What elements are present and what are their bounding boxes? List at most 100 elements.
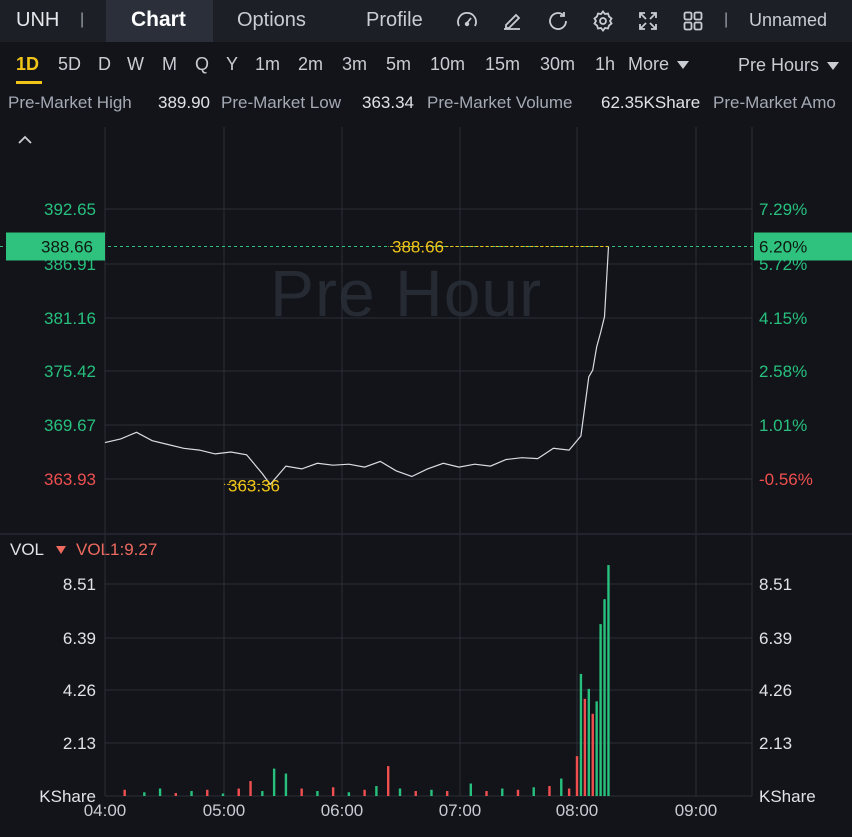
tab-profile[interactable]: Profile bbox=[366, 9, 423, 32]
percent-tick-label: 1.01% bbox=[759, 416, 807, 435]
period-5d[interactable]: 5D bbox=[58, 54, 81, 75]
period-d[interactable]: D bbox=[98, 54, 111, 75]
period-5m[interactable]: 5m bbox=[386, 54, 411, 75]
period-15m[interactable]: 15m bbox=[485, 54, 520, 75]
premarket-low-label: Pre-Market Low bbox=[221, 93, 341, 112]
volume-bar bbox=[375, 786, 378, 796]
volume-bar bbox=[469, 783, 472, 796]
volume-tick-right: 8.51 bbox=[759, 575, 792, 594]
volume-bar bbox=[575, 756, 579, 796]
volume-chart[interactable]: 8.51 8.516.39 6.394.26 4.262.13 2.13KShare KS… bbox=[0, 535, 852, 837]
price-tick-label: 381.16 bbox=[44, 309, 96, 328]
volume-bar bbox=[516, 789, 520, 796]
time-tick-label: 09:00 bbox=[675, 801, 718, 820]
volume-bar bbox=[363, 789, 366, 796]
volume-tick-left: 6.39 bbox=[63, 629, 96, 648]
period-m[interactable]: M bbox=[162, 54, 177, 75]
volume-tick-right: 4.26 bbox=[759, 681, 792, 700]
gear-icon[interactable] bbox=[591, 9, 615, 33]
volume-bar bbox=[300, 788, 303, 796]
volume-unit-right: KShare bbox=[759, 787, 816, 806]
pencil-icon[interactable] bbox=[500, 9, 524, 33]
price-chart[interactable]: 392.65386.91381.16375.42369.67363.93 7.2… bbox=[0, 125, 852, 535]
volume-bar bbox=[237, 788, 240, 796]
volume-bar bbox=[595, 701, 598, 796]
volume-bar bbox=[587, 688, 590, 796]
price-line bbox=[104, 246, 610, 486]
time-tick-label: 06:00 bbox=[321, 801, 364, 820]
volume-tick-left: 8.51 bbox=[63, 575, 96, 594]
refresh-icon[interactable] bbox=[546, 9, 570, 33]
volume-bar bbox=[591, 713, 594, 796]
period-y[interactable]: Y bbox=[226, 54, 238, 75]
ticker-separator: | bbox=[80, 11, 85, 28]
volume-tick-left: 2.13 bbox=[63, 734, 96, 753]
percent-tick-label: -0.56% bbox=[759, 470, 813, 489]
period-w[interactable]: W bbox=[127, 54, 144, 75]
premarket-volume-value: 62.35KShare bbox=[601, 93, 701, 112]
volume-bar bbox=[583, 698, 587, 796]
volume-bar bbox=[190, 791, 193, 796]
volume-bar bbox=[430, 789, 433, 796]
premarket-low-value: 363.34 bbox=[362, 93, 414, 112]
volume-bar bbox=[206, 789, 209, 796]
high-marker-label: 388.66 bbox=[392, 238, 444, 257]
volume-bar bbox=[284, 773, 288, 796]
time-tick-label: 04:00 bbox=[84, 801, 127, 820]
volume-bar bbox=[548, 786, 551, 796]
volume-bar bbox=[347, 792, 351, 796]
speedometer-icon[interactable] bbox=[455, 9, 479, 33]
period-10m[interactable]: 10m bbox=[430, 54, 465, 75]
volume-bar bbox=[174, 793, 177, 796]
layout-name-dropdown[interactable]: Unnamed bbox=[749, 10, 827, 31]
period-1h[interactable]: 1h bbox=[595, 54, 615, 75]
volume-bar bbox=[446, 791, 449, 796]
price-tick-label: 369.67 bbox=[44, 416, 96, 435]
grid-icon[interactable] bbox=[681, 9, 705, 33]
price-tick-label: 375.42 bbox=[44, 362, 96, 381]
period-3m[interactable]: 3m bbox=[342, 54, 367, 75]
premarket-amount-label: Pre-Market Amo bbox=[713, 93, 836, 112]
volume-bar bbox=[261, 791, 264, 796]
volume-bar bbox=[501, 788, 504, 796]
price-tick-label: 392.65 bbox=[44, 200, 96, 219]
session-selector[interactable]: Pre Hours bbox=[738, 55, 819, 76]
time-tick-label: 07:00 bbox=[439, 801, 482, 820]
active-period-indicator bbox=[16, 81, 42, 84]
volume-bar bbox=[221, 793, 225, 796]
fullscreen-icon[interactable] bbox=[636, 9, 660, 33]
volume-grid bbox=[104, 535, 753, 797]
volume-bar bbox=[567, 788, 571, 796]
volume-bar bbox=[143, 792, 146, 796]
period-q[interactable]: Q bbox=[195, 54, 209, 75]
session-caret-icon[interactable] bbox=[827, 62, 839, 70]
period-1d[interactable]: 1D bbox=[16, 54, 39, 75]
tab-chart-label[interactable]: Chart bbox=[131, 8, 186, 32]
time-tick-label: 08:00 bbox=[556, 801, 599, 820]
more-caret-icon[interactable] bbox=[677, 61, 689, 69]
period-bar: 1D 5D D W M Q Y 1m 2m 3m 5m 10m 15m 30m … bbox=[0, 42, 852, 88]
volume-tick-right: 2.13 bbox=[759, 734, 792, 753]
collapse-chevron-icon[interactable] bbox=[16, 133, 34, 147]
volume-bar bbox=[123, 789, 126, 796]
time-axis: 04:00 05:00 06:00 07:00 08:00 09:00 bbox=[84, 801, 718, 820]
volume-bar bbox=[560, 778, 563, 796]
ticker-symbol[interactable]: UNH bbox=[16, 9, 59, 32]
period-1m[interactable]: 1m bbox=[255, 54, 280, 75]
period-30m[interactable]: 30m bbox=[540, 54, 575, 75]
volume-bar bbox=[331, 787, 335, 796]
premarket-volume-label: Pre-Market Volume bbox=[427, 93, 573, 112]
volume-bar bbox=[579, 673, 583, 796]
volume-bar bbox=[607, 565, 610, 796]
volume-bar bbox=[532, 787, 535, 796]
period-more[interactable]: More bbox=[628, 54, 669, 75]
volume-bars bbox=[123, 565, 610, 796]
volume-bar bbox=[249, 781, 252, 796]
current-pct-tag-text: 6.20% bbox=[759, 238, 807, 257]
tab-options[interactable]: Options bbox=[237, 9, 306, 32]
current-price-tag-text: 388.66 bbox=[41, 238, 93, 257]
volume-bar bbox=[158, 788, 162, 796]
period-2m[interactable]: 2m bbox=[298, 54, 323, 75]
layout-separator: | bbox=[724, 11, 729, 28]
price-tick-label: 363.93 bbox=[44, 470, 96, 489]
